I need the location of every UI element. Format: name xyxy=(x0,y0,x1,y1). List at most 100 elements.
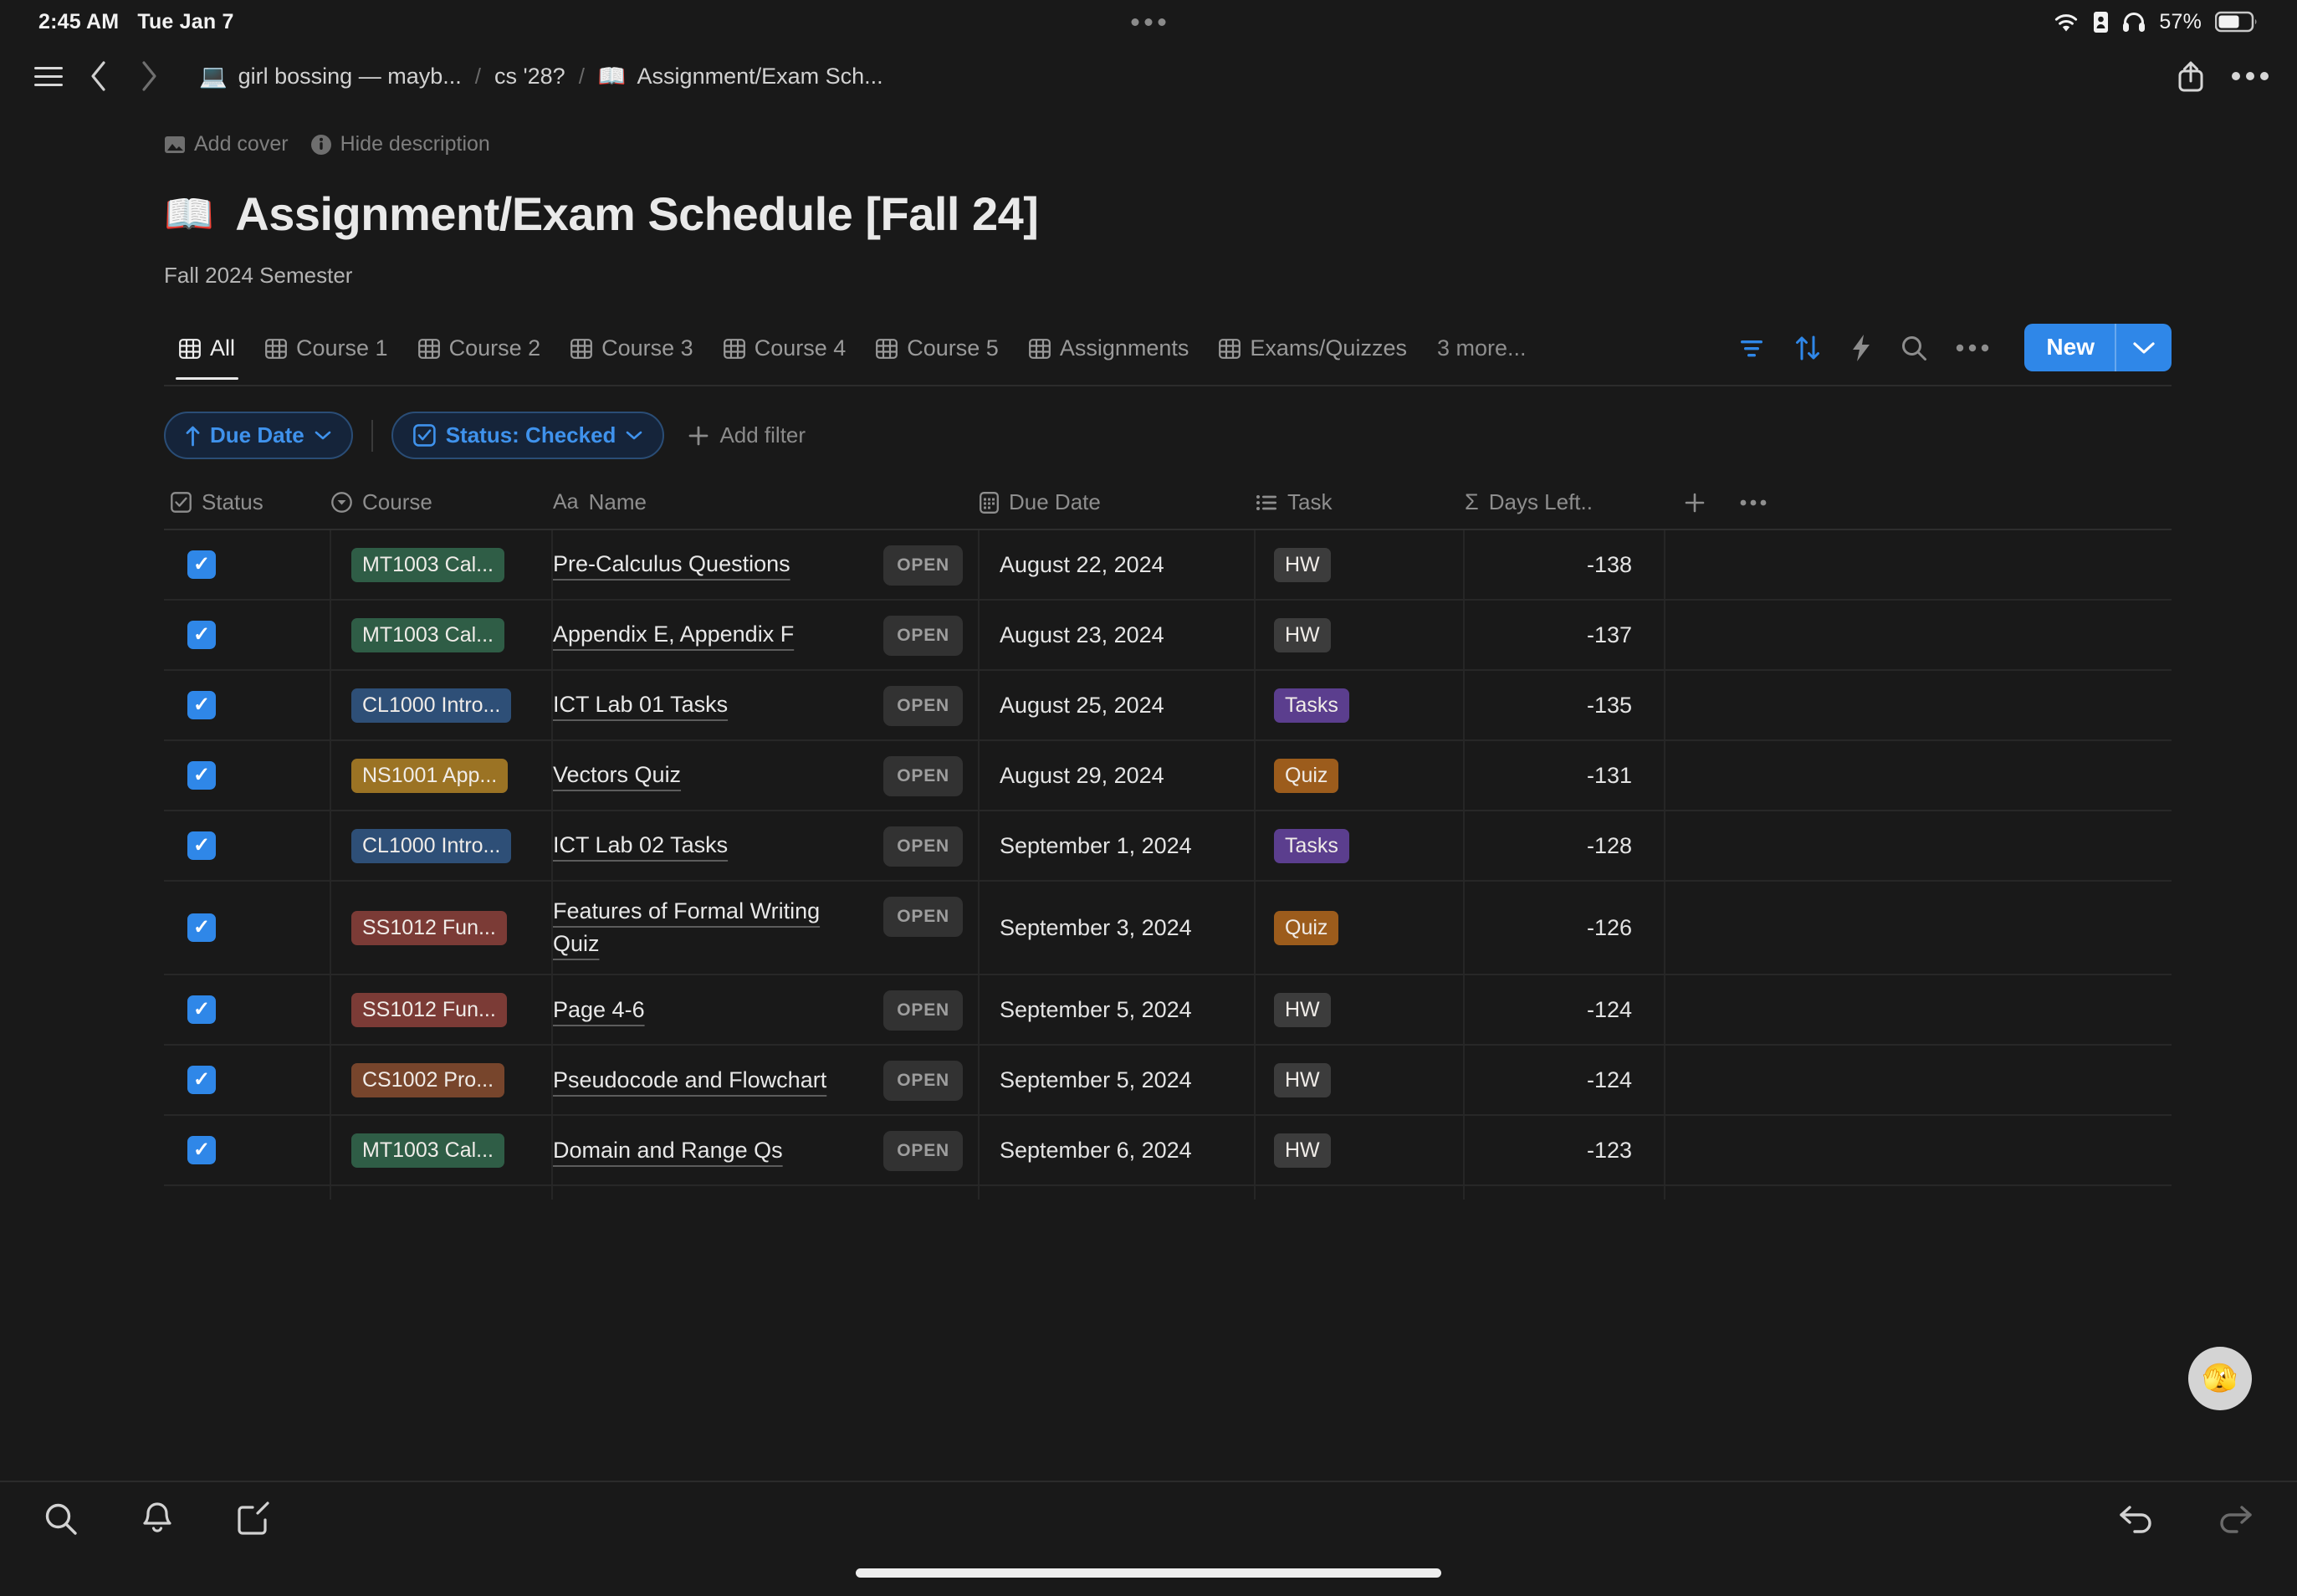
table-row[interactable]: ✓CS1002 Pro...Pseudocode and FlowchartOP… xyxy=(164,1046,2172,1116)
undo-button[interactable] xyxy=(2118,1501,2156,1534)
row-status-cell[interactable]: ✓ xyxy=(164,1116,331,1184)
share-button[interactable] xyxy=(2175,59,2207,94)
row-checkbox[interactable]: ✓ xyxy=(187,1136,216,1164)
view-tab-course-5[interactable]: Course 5 xyxy=(861,330,1014,378)
new-record-button[interactable]: New xyxy=(2024,324,2115,371)
record-title[interactable]: Pre-Calculus Questions xyxy=(553,548,790,581)
row-course-cell[interactable]: MT1003 Cal... xyxy=(331,1116,553,1184)
row-checkbox[interactable]: ✓ xyxy=(187,621,216,649)
row-task-cell[interactable]: Tasks xyxy=(1256,671,1465,739)
row-status-cell[interactable]: ✓ xyxy=(164,882,331,974)
row-due-date-cell[interactable]: September 5, 2024 xyxy=(980,975,1256,1044)
row-name-cell[interactable]: Appendix E, Appendix FOPEN xyxy=(553,601,980,669)
row-status-cell[interactable]: ✓ xyxy=(164,1186,331,1200)
record-title[interactable]: ICT Lab 01 Tasks xyxy=(553,688,728,721)
search-button[interactable] xyxy=(1901,335,1927,361)
row-task-cell[interactable]: HW xyxy=(1256,530,1465,599)
hide-description-button[interactable]: Hide description xyxy=(310,132,490,156)
open-record-button[interactable]: OPEN xyxy=(883,990,963,1031)
automation-button[interactable] xyxy=(1850,334,1872,362)
record-title[interactable]: ICT Lab 02 Tasks xyxy=(553,829,728,862)
column-header-status[interactable]: Status xyxy=(164,489,331,515)
row-due-date-cell[interactable]: August 23, 2024 xyxy=(980,601,1256,669)
view-tab-course-2[interactable]: Course 2 xyxy=(403,330,556,378)
row-status-cell[interactable]: ✓ xyxy=(164,671,331,739)
table-row[interactable]: ✓MT1003 Cal...Appendix E, Appendix FOPEN… xyxy=(164,601,2172,671)
view-more-button[interactable] xyxy=(1956,344,1989,352)
view-tab-course-4[interactable]: Course 4 xyxy=(709,330,862,378)
redo-button[interactable] xyxy=(2215,1501,2254,1534)
row-due-date-cell[interactable]: September 7, 2024 xyxy=(980,1186,1256,1200)
column-header-course[interactable]: Course xyxy=(331,489,553,515)
row-checkbox[interactable]: ✓ xyxy=(187,550,216,579)
table-row[interactable]: ✓ MT1003 Cal...Domain and Range Qs OPEN Sep… xyxy=(164,1116,2172,1186)
table-row[interactable]: ✓SS1012 Fun...Features of Formal Writing… xyxy=(164,882,2172,975)
open-record-button[interactable]: OPEN xyxy=(883,1131,963,1171)
record-title[interactable]: Vectors Quiz xyxy=(553,759,681,791)
row-name-cell[interactable]: Features of Formal Writing Quiz OPEN xyxy=(553,882,980,974)
row-status-cell[interactable]: ✓ xyxy=(164,975,331,1044)
new-record-dropdown-button[interactable] xyxy=(2116,324,2172,371)
column-header-task[interactable]: Task xyxy=(1256,489,1465,515)
row-name-cell[interactable]: ICT Lab 02 Tasks OPEN xyxy=(553,811,980,880)
page-description[interactable]: Fall 2024 Semester xyxy=(164,263,2172,289)
view-tabs-more-button[interactable]: 3 more... xyxy=(1422,330,1542,378)
view-tab-assignments[interactable]: Assignments xyxy=(1014,330,1205,378)
table-row[interactable]: ✓ NS1001 App...Vectors Quiz OPEN August 29,… xyxy=(164,741,2172,811)
column-options-button[interactable] xyxy=(1724,499,1783,506)
row-task-cell[interactable]: HW xyxy=(1256,975,1465,1044)
row-checkbox[interactable]: ✓ xyxy=(187,761,216,790)
row-task-cell[interactable]: HW xyxy=(1256,1116,1465,1184)
add-column-button[interactable] xyxy=(1665,492,1724,514)
row-course-cell[interactable]: MT1003 Cal... xyxy=(331,530,553,599)
table-row[interactable]: ✓ SS1012 Fun...Page 4-6OPENSeptember 5, 2… xyxy=(164,975,2172,1046)
breadcrumb-item-workspace[interactable]: 💻 girl bossing — mayb... xyxy=(194,60,467,93)
open-record-button[interactable]: OPEN xyxy=(883,826,963,867)
row-status-cell[interactable]: ✓ xyxy=(164,811,331,880)
row-task-cell[interactable]: Quiz xyxy=(1256,882,1465,974)
add-cover-button[interactable]: Add cover xyxy=(164,132,289,156)
open-record-button[interactable]: OPEN xyxy=(883,545,963,586)
row-checkbox[interactable]: ✓ xyxy=(187,831,216,860)
table-row[interactable]: ✓ MT1003 Cal...Pre-Calculus Questions OPEN… xyxy=(164,530,2172,601)
row-checkbox[interactable]: ✓ xyxy=(187,913,216,942)
sort-chip-due-date[interactable]: Due Date xyxy=(164,412,353,459)
open-record-button[interactable]: OPEN xyxy=(883,756,963,796)
record-title[interactable]: Domain and Range Qs xyxy=(553,1134,783,1167)
new-note-button[interactable] xyxy=(236,1501,271,1537)
row-course-cell[interactable]: NS1001 App... xyxy=(331,1186,553,1200)
row-name-cell[interactable]: Domain and Range Qs OPEN xyxy=(553,1116,980,1184)
row-task-cell[interactable]: HW xyxy=(1256,601,1465,669)
record-title[interactable]: Appendix E, Appendix F xyxy=(553,618,794,651)
row-status-cell[interactable]: ✓ xyxy=(164,1046,331,1114)
open-record-button[interactable]: OPEN xyxy=(883,897,963,937)
record-title[interactable]: Pseudocode and Flowchart xyxy=(553,1064,826,1097)
back-button[interactable] xyxy=(74,51,124,101)
row-task-cell[interactable]: Quiz xyxy=(1256,741,1465,810)
row-name-cell[interactable]: Pseudocode and FlowchartOPEN xyxy=(553,1046,980,1114)
breadcrumb-item-parent[interactable]: cs '28? xyxy=(489,60,570,93)
sidebar-toggle-button[interactable] xyxy=(23,51,74,101)
column-header-due-date[interactable]: Due Date xyxy=(980,489,1256,515)
record-title[interactable]: Features of Formal Writing Quiz xyxy=(553,895,854,960)
sort-button[interactable] xyxy=(1793,334,1822,362)
row-name-cell[interactable]: Applied Physics QsOPEN xyxy=(553,1186,980,1200)
breadcrumb-item-current[interactable]: 📖 Assignment/Exam Sch... xyxy=(593,60,888,93)
open-record-button[interactable]: OPEN xyxy=(883,686,963,726)
page-more-button[interactable] xyxy=(2232,71,2269,81)
row-status-cell[interactable]: ✓ xyxy=(164,741,331,810)
row-task-cell[interactable]: HW xyxy=(1256,1186,1465,1200)
row-due-date-cell[interactable]: September 6, 2024 xyxy=(980,1116,1256,1184)
row-course-cell[interactable]: NS1001 App... xyxy=(331,741,553,810)
filter-chip-status[interactable]: Status: Checked xyxy=(391,412,665,459)
table-row[interactable]: ✓CL1000 Intro...ICT Lab 01 TasksOPENAugu… xyxy=(164,671,2172,741)
row-checkbox[interactable]: ✓ xyxy=(187,995,216,1024)
page-title-text[interactable]: Assignment/Exam Schedule [Fall 24] xyxy=(235,187,1038,241)
column-header-name[interactable]: Aa Name xyxy=(553,489,980,515)
row-due-date-cell[interactable]: September 3, 2024 xyxy=(980,882,1256,974)
row-name-cell[interactable]: Page 4-6OPEN xyxy=(553,975,980,1044)
row-due-date-cell[interactable]: August 29, 2024 xyxy=(980,741,1256,810)
add-filter-button[interactable]: Add filter xyxy=(688,422,806,448)
view-tab-course-1[interactable]: Course 1 xyxy=(250,330,403,378)
row-course-cell[interactable]: SS1012 Fun... xyxy=(331,975,553,1044)
